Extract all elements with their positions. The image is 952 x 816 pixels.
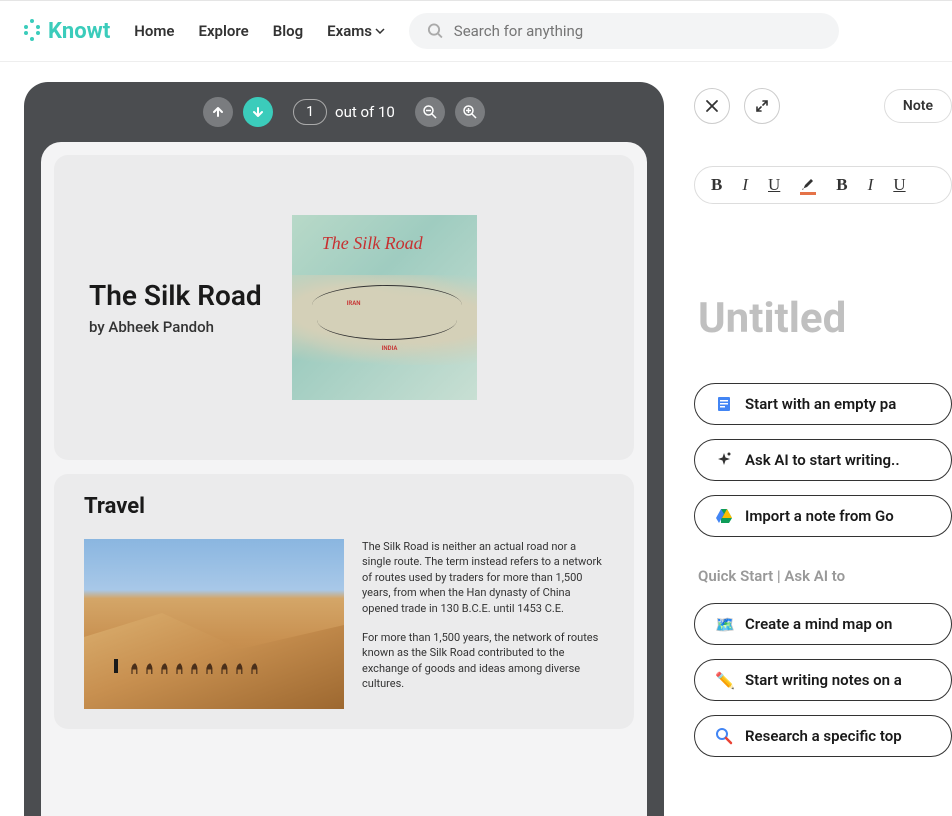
create-mindmap-button[interactable]: 🗺️ Create a mind map on <box>694 603 952 645</box>
magnify-icon <box>715 727 733 745</box>
highlight-icon <box>800 177 816 193</box>
expand-button[interactable] <box>744 88 780 124</box>
write-notes-button[interactable]: ✏️ Start writing notes on a <box>694 659 952 701</box>
sparkle-icon <box>715 451 733 469</box>
search-bar[interactable] <box>409 13 839 49</box>
slide-1: The Silk Road by Abheek Pandoh The Silk … <box>54 155 634 460</box>
write-notes-label: Start writing notes on a <box>745 671 902 689</box>
silk-road-map-image: The Silk Road IRAN INDIA <box>292 215 477 400</box>
document-icon <box>715 395 733 413</box>
arrow-up-icon <box>211 105 225 119</box>
underline-button[interactable]: U <box>768 175 780 195</box>
next-page-button[interactable] <box>243 97 273 127</box>
chevron-down-icon <box>375 28 385 34</box>
prev-page-button[interactable] <box>203 97 233 127</box>
slide-1-text: The Silk Road by Abheek Pandoh <box>89 279 262 336</box>
logo[interactable]: Knowt <box>24 19 110 44</box>
nav-exams[interactable]: Exams <box>327 22 385 40</box>
research-topic-button[interactable]: Research a specific top <box>694 715 952 757</box>
editor-header: Note <box>694 88 952 124</box>
expand-icon <box>755 99 769 113</box>
italic-button-2[interactable]: I <box>868 175 874 195</box>
import-google-button[interactable]: Import a note from Go <box>694 495 952 537</box>
nav-exams-label: Exams <box>327 22 372 40</box>
logo-text: Knowt <box>48 19 110 44</box>
document-title-input[interactable]: Untitled <box>698 294 952 343</box>
note-type-button[interactable]: Note <box>884 89 952 123</box>
close-icon <box>705 99 719 113</box>
start-empty-button[interactable]: Start with an empty pa <box>694 383 952 425</box>
slide-2-text: The Silk Road is neither an actual road … <box>362 539 604 709</box>
pencil-icon: ✏️ <box>715 671 733 689</box>
map-icon: 🗺️ <box>715 615 733 633</box>
main-content: 1 out of 10 The Silk Road by Abheek Pand… <box>0 62 952 816</box>
format-toolbar: B I U B I U <box>694 166 952 204</box>
close-button[interactable] <box>694 88 730 124</box>
zoom-out-icon <box>422 104 438 120</box>
camel-caravan-image <box>84 539 344 709</box>
logo-icon <box>24 19 40 43</box>
map-title-text: The Silk Road <box>322 233 423 254</box>
page-total: out of 10 <box>335 103 395 121</box>
import-google-label: Import a note from Go <box>745 507 894 525</box>
nav-home[interactable]: Home <box>134 22 174 40</box>
slide-2-para-1: The Silk Road is neither an actual road … <box>362 539 604 616</box>
highlight-button[interactable] <box>800 177 816 193</box>
zoom-out-button[interactable] <box>415 97 445 127</box>
bold-button[interactable]: B <box>711 175 722 195</box>
document-content[interactable]: The Silk Road by Abheek Pandoh The Silk … <box>41 142 647 816</box>
viewer-frame: 1 out of 10 The Silk Road by Abheek Pand… <box>24 82 664 816</box>
arrow-down-icon <box>251 105 265 119</box>
zoom-in-button[interactable] <box>455 97 485 127</box>
viewer-toolbar: 1 out of 10 <box>24 82 664 142</box>
slide-2-heading: Travel <box>84 494 604 519</box>
italic-button[interactable]: I <box>742 175 748 195</box>
page-indicator: 1 out of 10 <box>293 99 395 125</box>
presentation-author: by Abheek Pandoh <box>89 318 262 336</box>
research-topic-label: Research a specific top <box>745 727 902 745</box>
slide-2: Travel The Silk Road is <box>54 474 634 729</box>
start-empty-label: Start with an empty pa <box>745 395 896 413</box>
search-input[interactable] <box>454 22 821 40</box>
current-page[interactable]: 1 <box>293 99 327 125</box>
ask-ai-write-button[interactable]: Ask AI to start writing.. <box>694 439 952 481</box>
bold-button-2[interactable]: B <box>836 175 847 195</box>
app-header: Knowt Home Explore Blog Exams <box>0 0 952 62</box>
document-viewer: 1 out of 10 The Silk Road by Abheek Pand… <box>0 62 664 816</box>
underline-button-2[interactable]: U <box>893 175 905 195</box>
nav-explore[interactable]: Explore <box>198 22 248 40</box>
search-icon <box>427 22 444 40</box>
google-drive-icon <box>715 507 733 525</box>
presentation-title: The Silk Road <box>89 279 262 312</box>
quickstart-heading: Quick Start | Ask AI to <box>698 567 952 585</box>
slide-2-para-2: For more than 1,500 years, the network o… <box>362 630 604 692</box>
create-mindmap-label: Create a mind map on <box>745 615 892 633</box>
main-nav: Home Explore Blog Exams <box>134 22 385 40</box>
zoom-in-icon <box>462 104 478 120</box>
nav-blog[interactable]: Blog <box>273 22 303 40</box>
note-editor-panel: Note B I U B I U Untitled Start with an … <box>664 62 952 816</box>
ask-ai-write-label: Ask AI to start writing.. <box>745 451 900 469</box>
